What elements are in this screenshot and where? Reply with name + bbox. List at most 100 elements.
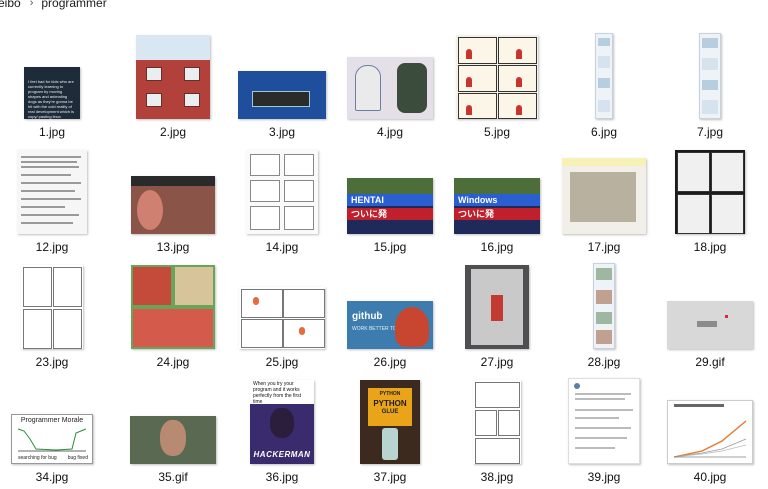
chart-title: Programmer Morale <box>20 417 84 424</box>
github-text: github <box>352 311 383 322</box>
glue-sub: GLUE <box>381 409 399 415</box>
file-thumbnail <box>568 378 640 464</box>
file-name: 12.jpg <box>35 240 69 254</box>
file-item[interactable]: 12.jpg <box>4 148 100 254</box>
file-name: 17.jpg <box>587 240 621 254</box>
file-item[interactable]: 39.jpg <box>556 378 652 484</box>
file-name: 38.jpg <box>480 470 514 484</box>
file-item[interactable]: I feel bad for kids who are currently le… <box>4 33 100 139</box>
tweet-text: I feel bad for kids who are currently le… <box>28 79 75 119</box>
file-name: 23.jpg <box>35 355 69 369</box>
file-thumbnail: PYTHON PYTHON GLUE <box>360 380 420 464</box>
file-thumbnail <box>473 380 521 464</box>
file-name: 40.jpg <box>693 470 727 484</box>
breadcrumb: eibo › programmer <box>0 0 768 14</box>
file-name: 1.jpg <box>38 125 66 139</box>
file-item[interactable]: 28.jpg <box>556 263 652 369</box>
file-name: 28.jpg <box>587 355 621 369</box>
file-thumbnail <box>347 57 433 119</box>
meme-logo: HACKERMAN <box>253 450 311 459</box>
file-thumbnail <box>238 71 326 119</box>
file-item[interactable]: 2.jpg <box>125 33 221 139</box>
file-item[interactable]: 35.gif <box>125 378 221 484</box>
glue-word: PYTHON <box>373 399 407 408</box>
file-name: 7.jpg <box>696 125 724 139</box>
file-thumbnail: github WORK BETTER TOGETHER <box>347 301 433 349</box>
file-item[interactable]: When you try your program and it works p… <box>234 378 330 484</box>
file-name: 13.jpg <box>156 240 190 254</box>
banner-text: ついに発 <box>454 208 540 220</box>
file-name: 39.jpg <box>587 470 621 484</box>
file-thumbnail <box>667 301 753 349</box>
banner-text: Windows <box>454 194 540 206</box>
file-thumbnail <box>595 33 613 119</box>
file-name: 2.jpg <box>159 125 187 139</box>
file-thumbnail <box>17 150 87 234</box>
file-thumbnail <box>465 265 529 349</box>
file-item[interactable]: HENTAI ついに発 15.jpg <box>342 148 438 254</box>
file-item[interactable]: 17.jpg <box>556 148 652 254</box>
file-thumbnail <box>131 265 215 349</box>
file-item[interactable]: PYTHON PYTHON GLUE 37.jpg <box>342 378 438 484</box>
file-name: 25.jpg <box>265 355 299 369</box>
glue-top-text: PYTHON <box>379 391 401 397</box>
file-thumbnail <box>593 263 615 349</box>
file-item[interactable]: 25.jpg <box>234 263 330 369</box>
file-thumbnail <box>562 158 646 234</box>
file-name: 37.jpg <box>373 470 407 484</box>
file-name: 34.jpg <box>35 470 69 484</box>
file-name: 5.jpg <box>483 125 511 139</box>
caption-right: bug fixed <box>67 455 88 461</box>
file-thumbnail <box>239 287 325 349</box>
file-thumbnail <box>136 35 210 119</box>
file-item[interactable]: 38.jpg <box>449 378 545 484</box>
file-thumbnail <box>130 416 216 464</box>
breadcrumb-segment-parent[interactable]: eibo <box>0 0 21 9</box>
file-item[interactable]: 40.jpg <box>662 378 758 484</box>
file-item[interactable]: 24.jpg <box>125 263 221 369</box>
glue-label: PYTHON PYTHON GLUE <box>368 388 412 426</box>
file-item[interactable]: github WORK BETTER TOGETHER 26.jpg <box>342 263 438 369</box>
file-name: 35.gif <box>158 470 188 484</box>
file-name: 6.jpg <box>590 125 618 139</box>
file-thumbnail <box>456 35 538 119</box>
file-item[interactable]: 29.gif <box>662 263 758 369</box>
file-item[interactable]: Programmer Morale searching for bug bug … <box>4 378 100 484</box>
file-item[interactable]: 13.jpg <box>125 148 221 254</box>
file-item[interactable]: 7.jpg <box>662 33 758 139</box>
file-name: 18.jpg <box>693 240 727 254</box>
file-name: 26.jpg <box>373 355 407 369</box>
file-thumbnail <box>246 150 318 234</box>
file-item[interactable]: 27.jpg <box>449 263 545 369</box>
file-item[interactable]: 6.jpg <box>556 33 652 139</box>
file-item[interactable]: 4.jpg <box>342 33 438 139</box>
file-name: 24.jpg <box>156 355 190 369</box>
file-thumbnail <box>675 150 745 234</box>
file-name: 15.jpg <box>373 240 407 254</box>
file-item[interactable]: 3.jpg <box>234 33 330 139</box>
chevron-right-icon[interactable]: › <box>30 0 34 9</box>
file-thumbnail: HENTAI ついに発 <box>347 178 433 234</box>
file-item[interactable]: 5.jpg <box>449 33 545 139</box>
file-thumbnail <box>21 265 83 349</box>
file-item[interactable]: Windows ついに発 16.jpg <box>449 148 545 254</box>
file-thumbnail: I feel bad for kids who are currently le… <box>24 67 80 119</box>
file-name: 3.jpg <box>268 125 296 139</box>
banner-text: HENTAI <box>347 194 433 206</box>
file-thumbnail: When you try your program and it works p… <box>250 380 314 464</box>
file-name: 36.jpg <box>265 470 299 484</box>
file-item[interactable]: 23.jpg <box>4 263 100 369</box>
caption-left: searching for bug <box>18 455 57 461</box>
breadcrumb-segment-current[interactable]: programmer <box>41 0 106 9</box>
file-name: 27.jpg <box>480 355 514 369</box>
file-thumbnail: Windows ついに発 <box>454 178 540 234</box>
file-thumbnail: Programmer Morale searching for bug bug … <box>11 414 93 464</box>
meme-caption: When you try your program and it works p… <box>250 380 314 405</box>
file-item[interactable]: 18.jpg <box>662 148 758 254</box>
file-item[interactable]: 14.jpg <box>234 148 330 254</box>
file-thumbnail <box>667 400 753 464</box>
file-name: 16.jpg <box>480 240 514 254</box>
file-name: 4.jpg <box>376 125 404 139</box>
file-thumbnail <box>131 176 215 234</box>
file-thumbnail <box>699 33 721 119</box>
